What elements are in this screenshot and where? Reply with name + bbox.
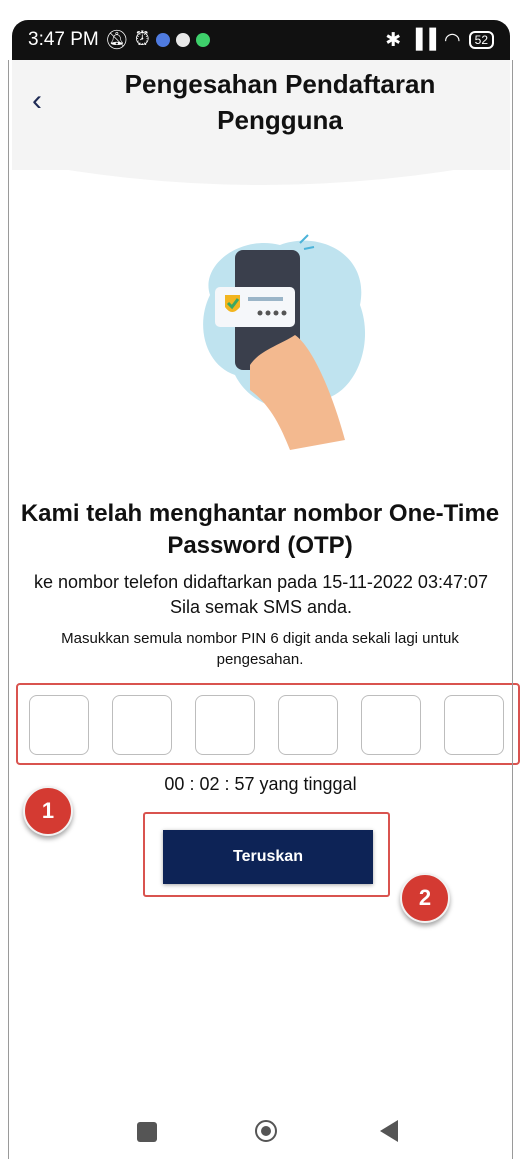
- check-sms-line: Sila semak SMS anda.: [169, 597, 353, 617]
- app-notification-icon: [155, 33, 170, 47]
- header-curve: [12, 150, 510, 185]
- status-bar: 3:47 PM 🔕︎ ⏰︎ ✱ ▐▐ ◠ 52: [12, 20, 510, 60]
- registered-phone-info: ke nombor telefon didaftarkan pada 15-11…: [16, 570, 506, 620]
- phone-otp-illustration: [203, 234, 366, 450]
- illustration-dot: [257, 310, 263, 316]
- signal-icon: ▐▐: [409, 29, 437, 50]
- back-button[interactable]: ‹: [32, 84, 42, 118]
- recent-apps-button[interactable]: [137, 1122, 157, 1142]
- otp-digit-6-input[interactable]: [444, 695, 504, 755]
- annotation-badge-2: 2: [400, 873, 450, 923]
- otp-digit-3-input[interactable]: [195, 695, 255, 755]
- status-time: 3:47 PM: [28, 29, 99, 50]
- otp-timer: 00 : 02 : 57 yang tinggal: [164, 774, 357, 794]
- continue-button[interactable]: Teruskan: [163, 830, 373, 884]
- wifi-icon: ◠: [444, 29, 461, 51]
- back-nav-button[interactable]: [380, 1120, 398, 1142]
- alarm-icon: ⏰︎: [134, 29, 150, 50]
- page-title-line1: Pengesahan Pendaftaran: [124, 69, 436, 99]
- illustration-dot: [265, 310, 271, 316]
- screen-border-right: [512, 60, 513, 1159]
- otp-sent-heading: Kami telah menghantar nombor One-Time Pa…: [20, 500, 500, 559]
- home-button[interactable]: [255, 1120, 277, 1142]
- otp-digit-1-input[interactable]: [29, 695, 89, 755]
- screen-border-left: [8, 60, 9, 1159]
- illustration-dot: [273, 310, 279, 316]
- illustration-line: [248, 297, 283, 301]
- battery-icon: 52: [468, 31, 494, 49]
- page-title: Pengesahan Pendaftaran Pengguna: [90, 66, 470, 138]
- whatsapp-notification-icon: [195, 33, 210, 47]
- pin-instruction: Masukkan semula nombor PIN 6 digit anda …: [61, 630, 459, 668]
- phone-screen: 3:47 PM 🔕︎ ⏰︎ ✱ ▐▐ ◠ 52 ‹ Pengesahan Pen…: [0, 0, 521, 1159]
- bluetooth-icon: ✱: [385, 29, 402, 51]
- message-notification-icon: [175, 33, 190, 47]
- illustration-dot: [281, 310, 287, 316]
- otp-digit-4-input[interactable]: [278, 695, 338, 755]
- status-left: 3:47 PM 🔕︎ ⏰︎: [28, 28, 210, 52]
- page-title-line2: Pengguna: [217, 105, 343, 135]
- annotation-badge-1: 1: [23, 786, 73, 836]
- otp-digit-2-input[interactable]: [112, 695, 172, 755]
- chevron-left-icon: ‹: [32, 84, 42, 117]
- otp-digit-5-input[interactable]: [361, 695, 421, 755]
- status-right: ✱ ▐▐ ◠ 52: [385, 29, 494, 52]
- bell-off-icon: 🔕︎: [104, 30, 129, 51]
- registered-phone-line: ke nombor telefon didaftarkan pada 15-11…: [34, 572, 488, 592]
